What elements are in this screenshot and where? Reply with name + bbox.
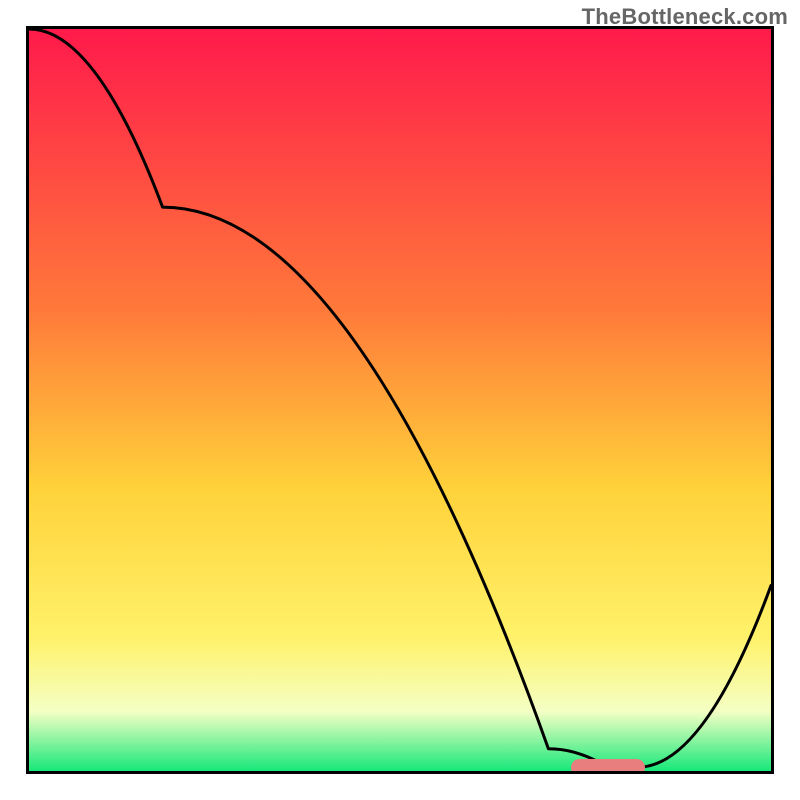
watermark-text: TheBottleneck.com [582,4,788,30]
chart-container: TheBottleneck.com [0,0,800,800]
optimal-zone-marker [571,759,645,774]
plot-frame [26,26,774,774]
bottleneck-curve [29,29,771,771]
plot-inner [29,29,771,771]
